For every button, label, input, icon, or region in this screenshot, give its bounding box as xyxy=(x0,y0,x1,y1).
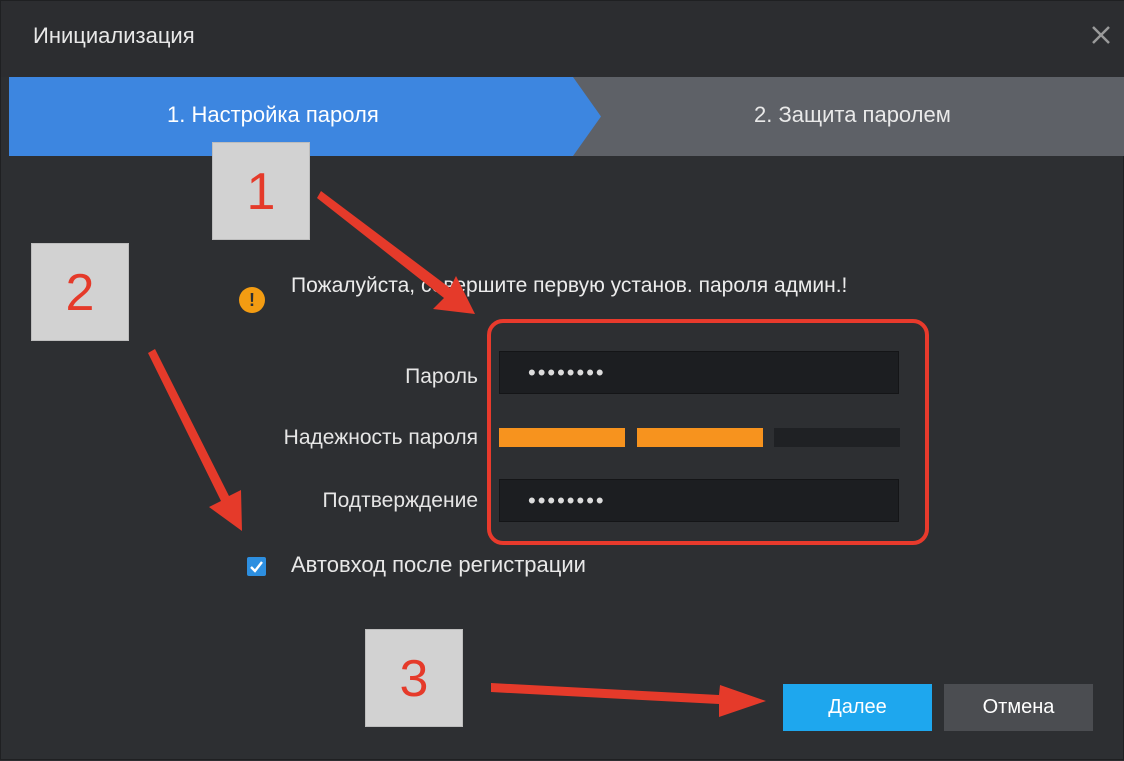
warning-icon: ! xyxy=(239,287,265,313)
annotation-marker-1: 1 xyxy=(212,142,310,240)
annotation-marker-3: 3 xyxy=(365,629,463,727)
next-button[interactable]: Далее xyxy=(783,684,932,731)
strength-label: Надежность пароля xyxy=(283,426,478,449)
autologin-checkbox[interactable] xyxy=(247,557,266,576)
step-1-label: 1. Настройка пароля xyxy=(167,102,379,127)
notice-text: Пожалуйста, совершите первую установ. па… xyxy=(291,274,848,297)
title-bar[interactable]: Инициализация xyxy=(1,1,1124,77)
cancel-button[interactable]: Отмена xyxy=(944,684,1093,731)
fields-highlight-frame xyxy=(487,319,929,545)
wizard-steps: 1. Настройка пароля 2. Защита паролем xyxy=(9,77,1124,156)
checkmark-icon xyxy=(250,561,263,573)
confirm-label: Подтверждение xyxy=(322,489,478,512)
annotation-marker-2: 2 xyxy=(31,243,129,341)
init-dialog: Инициализация 1. Настройка пароля 2. Защ… xyxy=(0,0,1124,760)
close-icon[interactable] xyxy=(1087,21,1115,49)
autologin-label[interactable]: Автовход после регистрации xyxy=(291,552,586,578)
step-2-label: 2. Защита паролем xyxy=(754,102,951,127)
dialog-title: Инициализация xyxy=(33,23,195,48)
password-label: Пароль xyxy=(405,365,478,388)
arrow-3 xyxy=(491,683,766,717)
